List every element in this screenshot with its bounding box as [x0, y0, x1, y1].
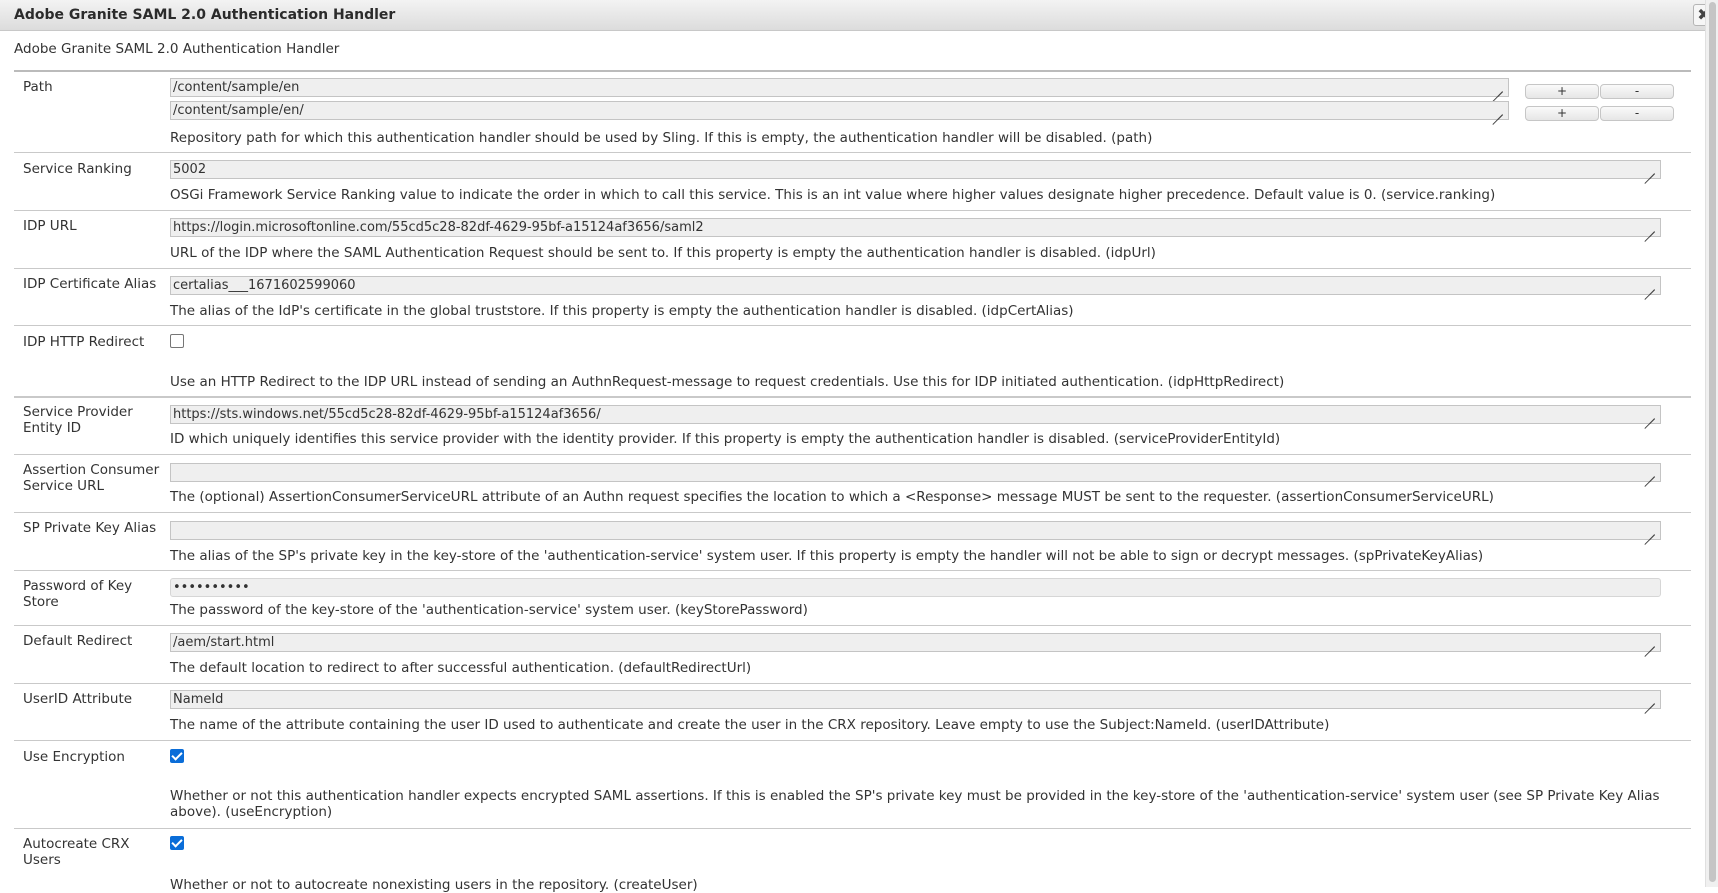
scrollbar-thumb[interactable]	[1709, 2, 1716, 882]
acs-url-input[interactable]	[170, 463, 1661, 482]
idp-url-input[interactable]	[170, 218, 1661, 237]
userid-attribute-label: UserID Attribute	[23, 691, 133, 707]
default-redirect-input[interactable]	[170, 633, 1661, 652]
idp-cert-alias-description: The alias of the IdP's certificate in th…	[170, 303, 1074, 319]
sp-entity-id-label: Service Provider Entity ID	[23, 404, 133, 436]
service-ranking-input[interactable]	[170, 160, 1661, 179]
default-redirect-description: The default location to redirect to afte…	[170, 660, 752, 676]
sp-private-key-alias-description: The alias of the SP's private key in the…	[170, 548, 1484, 564]
sp-private-key-alias-input[interactable]	[170, 521, 1661, 540]
idp-cert-alias-input[interactable]	[170, 276, 1661, 295]
path-remove-button-1[interactable]: -	[1600, 106, 1674, 121]
path-remove-button-0[interactable]: -	[1600, 84, 1674, 99]
path-label: Path	[23, 79, 53, 95]
sp-entity-id-input[interactable]	[170, 405, 1661, 424]
service-ranking-description: OSGi Framework Service Ranking value to …	[170, 187, 1496, 203]
use-encryption-label: Use Encryption	[23, 749, 125, 765]
autocreate-users-description: Whether or not to autocreate nonexisting…	[170, 877, 698, 893]
path-add-button-0[interactable]: +	[1525, 84, 1599, 99]
form-heading: Adobe Granite SAML 2.0 Authentication Ha…	[14, 41, 340, 57]
autocreate-users-checkbox[interactable]	[170, 836, 184, 850]
sp-private-key-alias-label: SP Private Key Alias	[23, 520, 157, 536]
key-store-password-description: The password of the key-store of the 'au…	[170, 602, 808, 618]
idp-http-redirect-label: IDP HTTP Redirect	[23, 334, 145, 350]
idp-cert-alias-label: IDP Certificate Alias	[23, 276, 157, 292]
dialog-titlebar: Adobe Granite SAML 2.0 Authentication Ha…	[0, 0, 1706, 31]
acs-url-description: The (optional) AssertionConsumerServiceU…	[170, 489, 1494, 505]
acs-url-label: Assertion Consumer Service URL	[23, 462, 160, 494]
idp-url-description: URL of the IDP where the SAML Authentica…	[170, 245, 1156, 261]
path-input-1[interactable]	[170, 101, 1509, 120]
key-store-password-label: Password of Key Store	[23, 578, 133, 610]
path-description: Repository path for which this authentic…	[170, 130, 1153, 146]
vertical-scrollbar[interactable]	[1705, 0, 1718, 887]
userid-attribute-input[interactable]	[170, 690, 1661, 709]
userid-attribute-description: The name of the attribute containing the…	[170, 717, 1330, 733]
path-add-button-1[interactable]: +	[1525, 106, 1599, 121]
sp-entity-id-description: ID which uniquely identifies this servic…	[170, 431, 1281, 447]
dialog-title: Adobe Granite SAML 2.0 Authentication Ha…	[14, 7, 396, 23]
use-encryption-checkbox[interactable]	[170, 749, 184, 763]
idp-http-redirect-description: Use an HTTP Redirect to the IDP URL inst…	[170, 374, 1285, 390]
default-redirect-label: Default Redirect	[23, 633, 133, 649]
key-store-password-input[interactable]	[170, 578, 1661, 597]
path-input-0[interactable]	[170, 78, 1509, 97]
idp-http-redirect-checkbox[interactable]	[170, 334, 184, 348]
service-ranking-label: Service Ranking	[23, 161, 132, 177]
use-encryption-description: Whether or not this authentication handl…	[170, 788, 1660, 820]
autocreate-users-label: Autocreate CRX Users	[23, 836, 130, 868]
idp-url-label: IDP URL	[23, 218, 77, 234]
